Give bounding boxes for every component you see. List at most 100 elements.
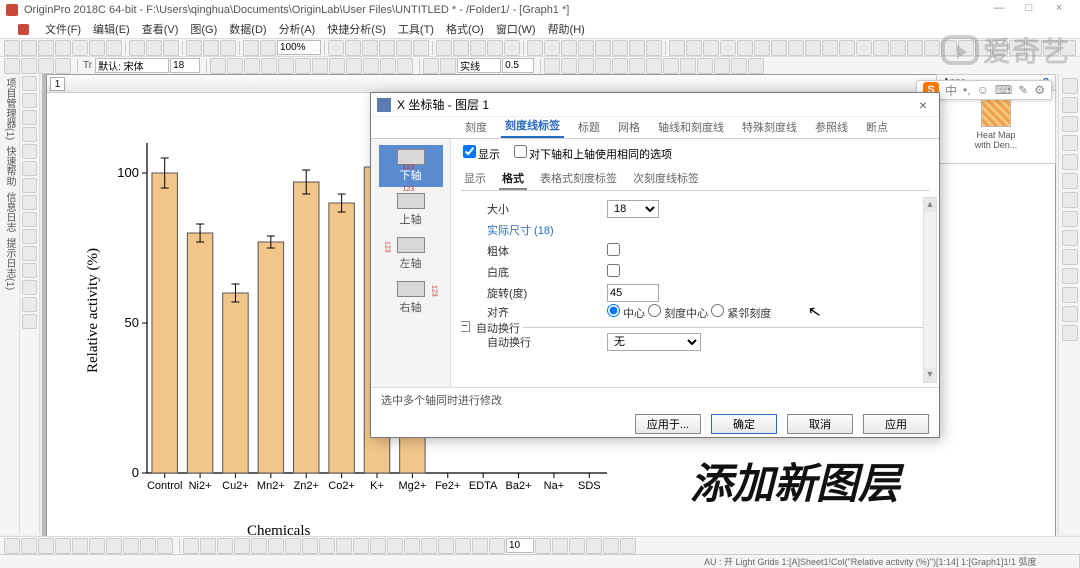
export-button[interactable]: [146, 40, 162, 56]
dialog-titlebar[interactable]: X 坐标轴 - 图层 1 ×: [371, 93, 939, 117]
toolbar-button[interactable]: [4, 538, 20, 554]
toolbar-button[interactable]: [1062, 249, 1078, 265]
ime-tool-button[interactable]: ✎: [1018, 83, 1028, 97]
toolbar-button[interactable]: [472, 538, 488, 554]
toolbar-button[interactable]: [312, 58, 328, 74]
toolbar-button[interactable]: [329, 58, 345, 74]
draw-tool-button[interactable]: [22, 263, 37, 278]
toolbar-button[interactable]: [21, 538, 37, 554]
toolbar-button[interactable]: [569, 538, 585, 554]
toolbar-button[interactable]: [839, 40, 855, 56]
toolbar-button[interactable]: [731, 58, 747, 74]
toolbar-button[interactable]: [1062, 173, 1078, 189]
toolbar-button[interactable]: [612, 58, 628, 74]
screen-reader-button[interactable]: [22, 144, 37, 159]
toolbar-button[interactable]: [924, 40, 940, 56]
font-combo[interactable]: [95, 58, 169, 73]
toolbar-button[interactable]: [455, 538, 471, 554]
new-layout-button[interactable]: [72, 40, 88, 56]
toolbar-button[interactable]: [544, 58, 560, 74]
new-project-button[interactable]: [4, 40, 20, 56]
toolbar-button[interactable]: [346, 58, 362, 74]
line-width-combo[interactable]: [502, 58, 534, 73]
close-button[interactable]: ×: [1044, 2, 1074, 18]
toolbar-button[interactable]: [38, 538, 54, 554]
toolbar-button[interactable]: [379, 40, 395, 56]
tab-lineticks[interactable]: 轴线和刻度线: [654, 116, 728, 138]
menu-gadgets[interactable]: 快捷分析(S): [327, 21, 386, 37]
copy-button[interactable]: [203, 40, 219, 56]
menu-analysis[interactable]: 分析(A): [279, 21, 316, 37]
toolbar-button[interactable]: [200, 538, 216, 554]
tab-scale[interactable]: 刻度: [461, 116, 491, 138]
align-center[interactable]: 中心: [607, 308, 645, 320]
toolbar-button[interactable]: [363, 58, 379, 74]
toolbar-button[interactable]: [470, 40, 486, 56]
toolbar-button[interactable]: [822, 40, 838, 56]
toolbar-button[interactable]: [754, 40, 770, 56]
toolbar-button[interactable]: [234, 538, 250, 554]
toolbar-button[interactable]: [603, 538, 619, 554]
maximize-button[interactable]: □: [1014, 2, 1044, 18]
toolbar-button[interactable]: [21, 58, 37, 74]
toolbar-button[interactable]: [697, 58, 713, 74]
toolbar-button[interactable]: [714, 58, 730, 74]
toolbar-button[interactable]: [1062, 192, 1078, 208]
zoom-tool-button[interactable]: [22, 93, 37, 108]
toolbar-button[interactable]: [552, 538, 568, 554]
toolbar-button[interactable]: [805, 40, 821, 56]
region-tool-button[interactable]: [22, 229, 37, 244]
new-workbook-button[interactable]: [21, 40, 37, 56]
toolbar-button[interactable]: [586, 538, 602, 554]
ime-mode-button[interactable]: 中: [945, 82, 957, 99]
toolbar-button[interactable]: [748, 58, 764, 74]
toolbar-button[interactable]: [404, 538, 420, 554]
toolbar-button[interactable]: [345, 40, 361, 56]
size-select[interactable]: 18: [607, 200, 659, 218]
print-button[interactable]: [163, 40, 179, 56]
scroll-down-icon[interactable]: ▼: [924, 368, 936, 382]
left-tab-messages[interactable]: 信息日志: [2, 190, 17, 234]
tab-breaks[interactable]: 断点: [862, 116, 892, 138]
toolbar-button[interactable]: [646, 58, 662, 74]
bold-checkbox[interactable]: [607, 243, 620, 256]
toolbar-button[interactable]: [680, 58, 696, 74]
toolbar-button[interactable]: [319, 538, 335, 554]
fill-color-button[interactable]: [440, 58, 456, 74]
applyto-button[interactable]: 应用于...: [635, 414, 701, 434]
superscript-button[interactable]: [261, 58, 277, 74]
toolbar-button[interactable]: [336, 538, 352, 554]
toolbar-button[interactable]: [302, 538, 318, 554]
font-size-combo[interactable]: [170, 58, 200, 73]
toolbar-button[interactable]: [453, 40, 469, 56]
dialog-scrollbar[interactable]: ▲ ▼: [923, 197, 937, 383]
ime-emoji-button[interactable]: ☺: [977, 83, 989, 97]
menu-view[interactable]: 查看(V): [142, 21, 179, 37]
toolbar-button[interactable]: [380, 58, 396, 74]
dialog-close-button[interactable]: ×: [913, 97, 933, 113]
toolbar-button[interactable]: [89, 538, 105, 554]
toolbar-button[interactable]: [771, 40, 787, 56]
toolbar-button[interactable]: [535, 538, 551, 554]
toolbar-button[interactable]: [561, 58, 577, 74]
subtab-minor[interactable]: 次刻度线标签: [630, 168, 702, 190]
tab-ticklabels[interactable]: 刻度线标签: [501, 114, 564, 138]
toolbar-button[interactable]: [489, 538, 505, 554]
menu-graph[interactable]: 图(G): [190, 21, 217, 37]
toolbar-button[interactable]: [436, 40, 452, 56]
axis-item-top[interactable]: 上轴: [379, 189, 443, 231]
toolbar-button[interactable]: [438, 538, 454, 554]
toolbar-button[interactable]: [629, 58, 645, 74]
toolbar-button[interactable]: [397, 58, 413, 74]
ime-softkbd-button[interactable]: ⌨: [995, 83, 1012, 97]
new-graph-button[interactable]: [38, 40, 54, 56]
toolbar-button[interactable]: [38, 58, 54, 74]
check-show[interactable]: 显示: [463, 145, 500, 162]
toolbar-button[interactable]: [55, 538, 71, 554]
pan-tool-button[interactable]: [22, 110, 37, 125]
apply-button[interactable]: 应用: [863, 414, 929, 434]
toolbar-button[interactable]: [22, 297, 37, 312]
tab-reference[interactable]: 参照线: [811, 116, 852, 138]
toolbar-button[interactable]: [907, 40, 923, 56]
lab-actual-size[interactable]: 实际尺寸 (18): [487, 222, 607, 238]
